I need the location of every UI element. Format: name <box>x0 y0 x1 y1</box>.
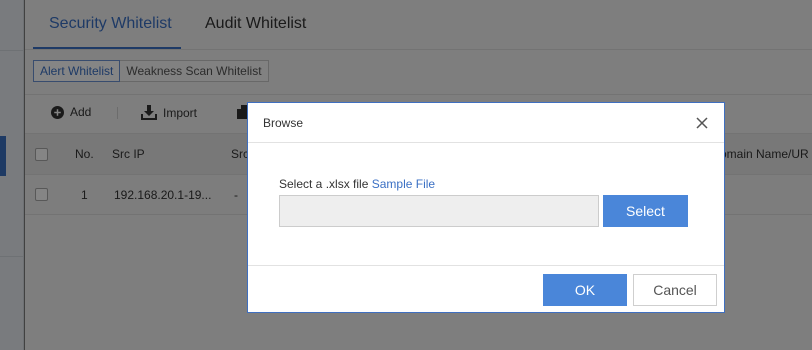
dialog-body: Select a .xlsx file Sample File Select <box>248 144 724 265</box>
sample-file-link[interactable]: Sample File <box>372 177 435 191</box>
dialog-header: Browse <box>248 103 724 143</box>
browse-dialog: Browse Select a .xlsx file Sample File S… <box>247 102 725 313</box>
cancel-button[interactable]: Cancel <box>633 274 717 306</box>
dialog-title: Browse <box>263 116 304 130</box>
file-path-field[interactable] <box>279 195 599 227</box>
file-prompt: Select a .xlsx file Sample File <box>279 177 435 191</box>
dialog-footer: OK Cancel <box>248 265 724 313</box>
close-icon[interactable] <box>694 115 710 131</box>
select-file-button[interactable]: Select <box>603 195 688 227</box>
file-prompt-text: Select a .xlsx file <box>279 177 369 191</box>
ok-button[interactable]: OK <box>543 274 627 306</box>
